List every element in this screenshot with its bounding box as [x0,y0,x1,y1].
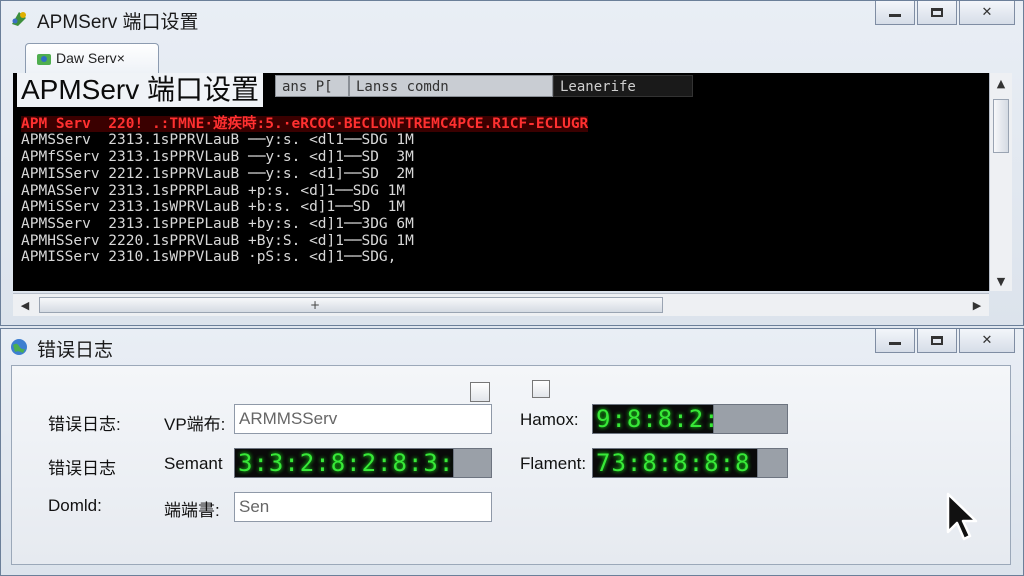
globe-icon [11,339,27,355]
log-line: APMISServ 2212.1sPPRVLauB ──y:s. <d1]──S… [21,165,414,182]
close-icon: ✕ [981,5,993,20]
close-button[interactable]: ✕ [959,1,1015,25]
console-output[interactable]: ans P[ Lanss comdn Leanerife APMServ 端口设… [13,73,989,291]
scroll-grip: + [310,298,321,312]
log-lines: APM Serv 220! .:TMNE·遊疾時:5.·eRCOC·BECLON… [21,99,589,266]
column-header-1[interactable]: ans P[ [275,75,349,97]
server-name-field[interactable]: ARMMSServ [234,404,492,434]
label-port-config: 端端書: [164,501,220,520]
scroll-up-icon[interactable]: ▲ [990,73,1012,93]
lcd-display-wide: 3:3:2:8:2:8:3:8:8 [234,448,454,478]
column-header-3[interactable]: Leanerife [553,75,693,97]
tab-label: Daw Serv× [56,50,125,66]
scroll-left-icon[interactable]: ◀ [15,294,35,316]
minimize-button[interactable] [875,1,915,25]
log-line: APMiSServ 2313.1sWPRVLauB +b:s. <d]1──SD… [21,199,406,216]
checkbox-1[interactable] [470,382,490,402]
vertical-scrollbar[interactable]: ▲ ▼ [989,73,1012,291]
log-line: APMASServ 2313.1sPPRPLauB +p:s. <d]1──SD… [21,182,406,199]
horizontal-scrollbar[interactable]: ◀ + ▶ [13,293,989,316]
scroll-down-icon[interactable]: ▼ [990,271,1012,291]
label-flament: Flament: [520,454,587,473]
label-hamox: Hamox: [520,410,579,429]
log-window-title: 错误日志 [37,340,114,361]
log-titlebar[interactable]: 错误日志 ✕ [1,329,1023,363]
horizontal-scroll-thumb[interactable]: + [39,297,663,313]
label-domld: Domld: [48,496,102,515]
minimize-icon [889,14,901,17]
error-log-window: 错误日志 ✕ 错误日志: VP端布: ARMMSServ 错误日志 Semant… [0,328,1024,576]
log-line: APMSServ 2313.1sPPEPLauB +by:s. <d]1──3D… [21,215,414,232]
label-vp-port: VP端布: [164,415,226,434]
log-panel: 错误日志: VP端布: ARMMSServ 错误日志 Semant 3:3:2:… [11,365,1011,565]
maximize-button[interactable] [917,1,957,25]
window-title: APMServ 端口设置 [37,12,199,33]
maximize-icon [931,8,943,17]
log-line: APMHSServ 2220.1sPPRVLauB +By:S. <d]1──S… [21,232,414,249]
maximize-icon [931,336,943,345]
tab-daw-serv[interactable]: Daw Serv× [25,43,159,73]
log-line: APMISServ 2310.1sWPPVLauB ·pS:s. <d]1──S… [21,249,397,266]
highlighted-log-line: APM Serv 220! .:TMNE·遊疾時:5.·eRCOC·BECLON… [21,115,589,132]
log-maximize-button[interactable] [917,329,957,353]
log-line: APMSServ 2313.1sPPRVLauB ──y:s. <dl1──SD… [21,132,414,149]
label-error-log-1: 错误日志: [48,415,121,434]
lcd-display-right-2-tail [758,448,788,478]
mouse-cursor-icon [946,492,978,541]
scroll-right-icon[interactable]: ▶ [967,294,987,316]
main-titlebar[interactable]: APMServ 端口设置 ✕ [1,1,1023,35]
lcd-display-wide-tail [454,448,492,478]
config-field[interactable]: Sen [234,492,492,522]
caption-buttons: ✕ [875,1,1015,25]
minimize-icon [889,342,901,345]
label-semant: Semant [164,454,223,473]
vertical-scroll-thumb[interactable] [993,99,1009,153]
tab-close-icon[interactable]: × [117,50,125,66]
column-header-2[interactable]: Lanss comdn [349,75,553,97]
main-window: APMServ 端口设置 ✕ Daw Serv× ans P[ Lanss co… [0,0,1024,326]
checkbox-2[interactable] [532,380,550,398]
label-error-log-2: 错误日志 [48,459,116,478]
log-minimize-button[interactable] [875,329,915,353]
app-icon [12,12,26,26]
log-line: APMfSServ 2313.1sPPRVLauB ──y·s. <d]1──S… [21,149,414,166]
log-caption-buttons: ✕ [875,329,1015,353]
close-icon: ✕ [981,333,993,348]
lcd-display-right-2: 73:8:8:8:8 [592,448,758,478]
tab-strip: Daw Serv× [13,41,1011,73]
lcd-display-right-1: 9:8:8:2:8 [592,404,714,434]
log-close-button[interactable]: ✕ [959,329,1015,353]
tab-icon [37,54,51,65]
lcd-display-right-1-tail [714,404,788,434]
